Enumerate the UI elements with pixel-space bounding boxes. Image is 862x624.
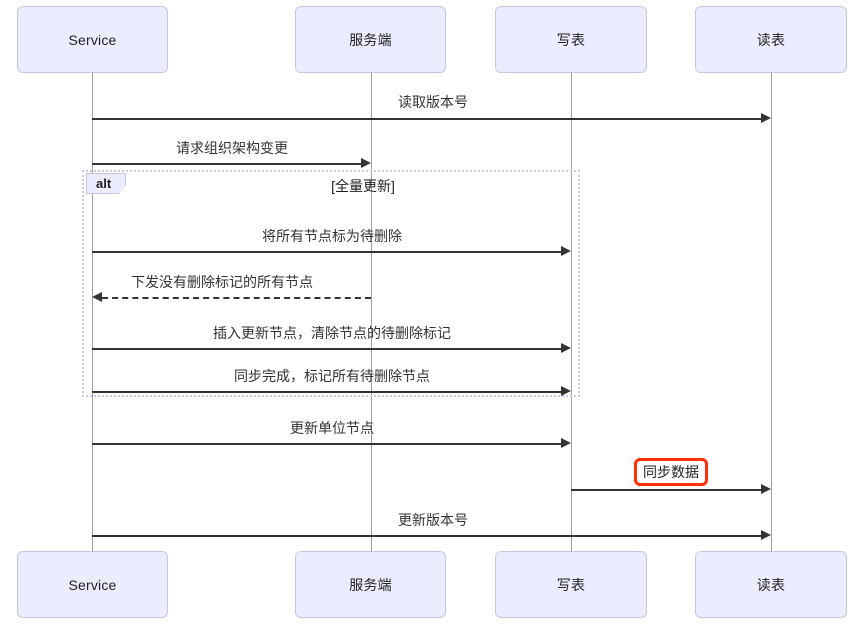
message-label-m1: 读取版本号	[398, 94, 468, 110]
message-arrowhead-m5	[561, 343, 571, 353]
participant-bottom-wtable[interactable]: 写表	[495, 551, 647, 618]
message-line-m8	[571, 489, 761, 491]
participant-top-rtable[interactable]: 读表	[695, 6, 847, 73]
participant-label: 读表	[756, 31, 786, 48]
message-line-m9	[92, 535, 761, 537]
participant-label: Service	[68, 576, 117, 593]
participant-label: 服务端	[349, 576, 392, 593]
message-label-m8: 同步数据	[634, 458, 708, 486]
message-label-m2: 请求组织架构变更	[176, 140, 288, 156]
participant-bottom-service[interactable]: Service	[17, 551, 168, 618]
message-arrowhead-m3	[561, 246, 571, 256]
message-line-m2	[92, 163, 361, 165]
message-label-m4: 下发没有删除标记的所有节点	[131, 274, 313, 290]
message-line-m7	[92, 443, 561, 445]
participant-label: 写表	[556, 576, 586, 593]
message-arrowhead-m4	[92, 292, 102, 302]
participant-top-service[interactable]: Service	[17, 6, 168, 73]
alt-fragment-tag: alt	[86, 173, 127, 194]
participant-label: 读表	[756, 576, 786, 593]
message-arrowhead-m2	[361, 158, 371, 168]
message-arrowhead-m1	[761, 113, 771, 123]
participant-top-wtable[interactable]: 写表	[495, 6, 647, 73]
message-line-m1	[92, 118, 761, 120]
participant-label: Service	[68, 31, 117, 48]
message-arrowhead-m7	[561, 438, 571, 448]
message-arrowhead-m9	[761, 530, 771, 540]
participant-bottom-server[interactable]: 服务端	[295, 551, 446, 618]
lifeline-rtable	[771, 73, 772, 551]
message-arrowhead-m6	[561, 386, 571, 396]
message-line-m5	[92, 348, 561, 350]
message-label-m3: 将所有节点标为待删除	[262, 228, 402, 244]
message-label-m7: 更新单位节点	[290, 420, 374, 436]
message-label-m5: 插入更新节点，清除节点的待删除标记	[213, 325, 451, 341]
participant-label: 写表	[556, 31, 586, 48]
alt-fragment-condition: [全量更新]	[331, 178, 395, 194]
sequence-diagram: alt [全量更新] 读取版本号 请求组织架构变更 将所有节点标为待删除 下发没…	[0, 0, 862, 624]
message-arrowhead-m8	[761, 484, 771, 494]
message-line-m3	[92, 251, 561, 253]
participant-label: 服务端	[349, 31, 392, 48]
message-label-m9: 更新版本号	[398, 512, 468, 528]
message-line-m4	[102, 297, 371, 299]
participant-bottom-rtable[interactable]: 读表	[695, 551, 847, 618]
participant-top-server[interactable]: 服务端	[295, 6, 446, 73]
message-label-m6: 同步完成，标记所有待删除节点	[234, 368, 430, 384]
message-line-m6	[92, 391, 561, 393]
